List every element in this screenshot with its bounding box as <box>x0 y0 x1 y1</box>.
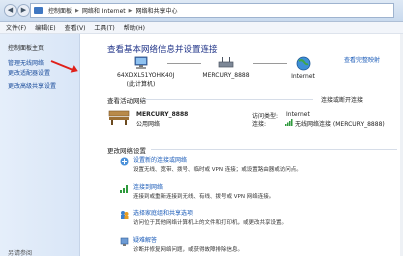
connection-value-link[interactable]: 无线网络连接 (MERCURY_8888) <box>295 119 385 128</box>
troubleshoot-icon <box>120 237 129 246</box>
computer-sub: (此计算机) <box>126 81 156 88</box>
change-settings-header: 更改网络设置 <box>107 147 146 155</box>
task-new-connection-desc: 设置无线、宽带、拨号、临时或 VPN 连接；或设置路由器或访问点。 <box>133 167 302 173</box>
network-sharing-center-window: ◀ ▶ 控制面板 ▶ 网络和 Internet ▶ 网络和共享中心 文件(F) … <box>0 0 403 256</box>
task-homegroup-desc: 访问位于其他网络计算机上的文件和打印机，或更改共享设置。 <box>133 220 288 226</box>
connection-label: 连接: <box>252 121 267 128</box>
access-type-value: Internet <box>286 111 310 118</box>
sidebar-item-wireless[interactable]: 管理无线网络 <box>8 58 44 67</box>
menu-help[interactable]: 帮助(H) <box>124 23 145 32</box>
task-troubleshoot-desc: 诊断并修复网络问题，或获得故障排除信息。 <box>133 247 244 253</box>
public-network-icon <box>108 110 130 125</box>
computer-name: 64XDXL51YOHK40J <box>117 72 175 79</box>
breadcrumb: 控制面板 ▶ 网络和 Internet ▶ 网络和共享中心 <box>48 4 177 17</box>
active-networks-header: 查看活动网络 <box>107 97 146 105</box>
network-name: MERCURY_8888 <box>136 111 189 118</box>
internet-label: Internet <box>291 73 315 80</box>
task-homegroup[interactable]: 选择家庭组和共享选项 <box>133 208 193 217</box>
map-link-1 <box>167 63 201 64</box>
menu-file[interactable]: 文件(F) <box>6 23 26 32</box>
breadcrumb-control-panel[interactable]: 控制面板 <box>48 6 72 15</box>
menu-tools[interactable]: 工具(T) <box>94 23 114 32</box>
router-node: MERCURY_8888 <box>201 56 251 79</box>
forward-button[interactable]: ▶ <box>17 4 30 17</box>
router-name: MERCURY_8888 <box>202 72 250 79</box>
breadcrumb-separator-icon: ▶ <box>128 7 133 14</box>
wifi-signal-icon <box>285 119 293 126</box>
see-also-label: 另请参阅 <box>8 250 33 256</box>
breadcrumb-sharing-center[interactable]: 网络和共享中心 <box>135 6 177 15</box>
control-panel-icon <box>34 7 43 14</box>
sidebar-item-sharing[interactable]: 更改高级共享设置 <box>8 81 56 90</box>
breadcrumb-network-internet[interactable]: 网络和 Internet <box>82 6 126 15</box>
globe-icon <box>296 56 310 71</box>
main-content: 查看基本网络信息并设置连接 查看完整映射 64XDXL51YOHK40J (此计… <box>81 34 403 256</box>
computer-icon <box>134 56 148 69</box>
full-map-link[interactable]: 查看完整映射 <box>344 55 380 64</box>
menu-bar: 文件(F) 编辑(E) 查看(V) 工具(T) 帮助(H) <box>0 22 403 34</box>
menu-edit[interactable]: 编辑(E) <box>35 23 55 32</box>
task-troubleshoot[interactable]: 疑难解答 <box>133 235 157 244</box>
connect-disconnect-link[interactable]: 连接或断开连接 <box>321 95 363 104</box>
map-link-2 <box>253 63 287 64</box>
sidebar-item-adapter[interactable]: 更改适配器设置 <box>8 68 50 77</box>
task-connect-network[interactable]: 连接到网络 <box>133 182 163 191</box>
internet-node: Internet <box>286 56 320 80</box>
back-button[interactable]: ◀ <box>4 4 17 17</box>
breadcrumb-separator-icon: ▶ <box>75 7 79 14</box>
connect-network-icon <box>120 185 128 193</box>
task-connect-network-desc: 连接到或重新连接到无线、有线、拨号或 VPN 网络连接。 <box>133 194 275 200</box>
task-new-connection[interactable]: 设置新的连接或网络 <box>133 155 187 164</box>
sidebar-item-home[interactable]: 控制面板主页 <box>8 43 44 52</box>
page-title: 查看基本网络信息并设置连接 <box>107 45 218 55</box>
router-icon <box>218 57 234 68</box>
new-connection-icon <box>120 157 129 166</box>
divider <box>151 149 397 150</box>
homegroup-icon <box>121 211 129 219</box>
address-toolbar: ◀ ▶ 控制面板 ▶ 网络和 Internet ▶ 网络和共享中心 <box>0 0 403 22</box>
divider <box>141 99 313 100</box>
computer-node: 64XDXL51YOHK40J (此计算机) <box>117 56 175 88</box>
menu-view[interactable]: 查看(V) <box>65 23 86 32</box>
network-type-link[interactable]: 公用网络 <box>136 119 160 128</box>
address-bar[interactable]: 控制面板 ▶ 网络和 Internet ▶ 网络和共享中心 <box>30 3 394 18</box>
